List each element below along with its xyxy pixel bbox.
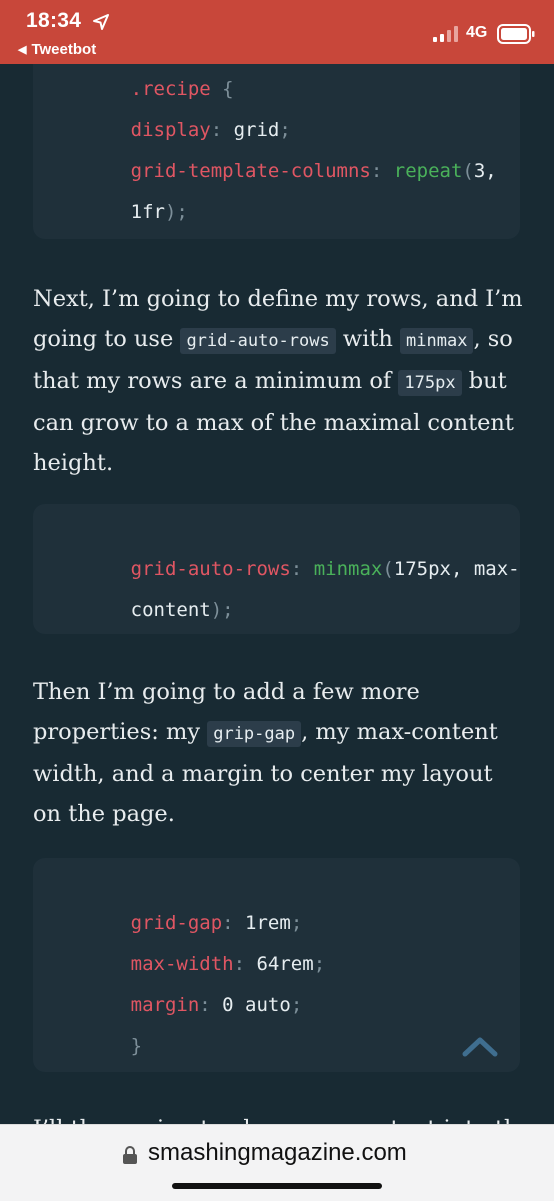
status-time: 18:34 — [26, 9, 82, 32]
location-arrow-icon — [93, 14, 109, 30]
code-line: 1fr); — [130, 201, 188, 223]
battery-icon — [497, 24, 535, 44]
status-bar: 18:34 ◀ Tweetbot 4G — [0, 0, 554, 64]
paragraph-rows: Next, I’m going to define my rows, and I… — [33, 286, 523, 476]
article-content[interactable]: .recipe { display: grid; grid-template-c… — [0, 64, 554, 1124]
back-app-label: Tweetbot — [31, 41, 97, 58]
code-line: content); — [130, 599, 234, 621]
home-indicator[interactable] — [172, 1183, 382, 1189]
inline-code: minmax — [400, 328, 474, 354]
back-triangle-icon: ◀ — [18, 44, 27, 56]
url-domain[interactable]: smashingmagazine.com — [148, 1139, 407, 1167]
inline-code: grip-gap — [207, 721, 302, 747]
code-line: } — [130, 1035, 143, 1057]
scroll-to-top-icon[interactable] — [462, 1034, 498, 1058]
inline-code: grid-auto-rows — [180, 328, 336, 354]
back-to-app-button[interactable]: ◀ Tweetbot — [18, 41, 96, 58]
network-type: 4G — [466, 24, 488, 41]
lock-icon — [123, 1146, 137, 1164]
code-block-auto-rows: grid-auto-rows: minmax(175px, max- conte… — [33, 504, 520, 634]
code-block-gap: grid-gap: 1rem; max-width: 64rem; margin… — [33, 858, 520, 1072]
partial-paragraph: I’ll then going to also some content int… — [33, 1116, 532, 1124]
signal-icon — [433, 26, 458, 42]
inline-code: 175px — [398, 370, 462, 396]
paragraph-properties: Then I’m going to add a few more propert… — [33, 679, 498, 827]
code-block-recipe: .recipe { display: grid; grid-template-c… — [33, 64, 520, 239]
url-bar[interactable]: smashingmagazine.com — [0, 1124, 554, 1201]
